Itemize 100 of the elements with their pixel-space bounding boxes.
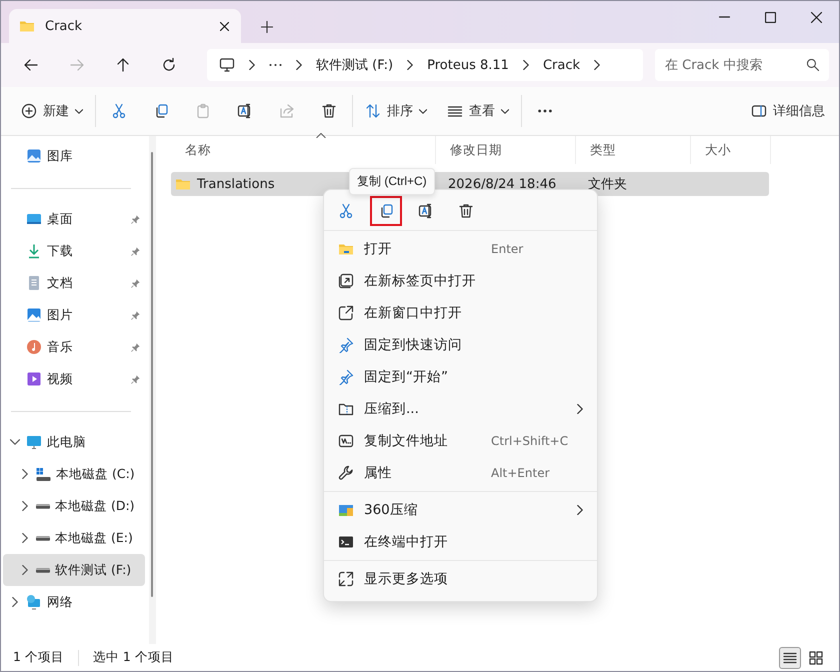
sidebar-item[interactable]: 网络 (3, 586, 145, 618)
maximize-icon (764, 12, 776, 22)
file-name: Translations (197, 176, 275, 192)
monitor-icon (219, 57, 235, 73)
drive-icon (36, 468, 51, 480)
sidebar-item[interactable]: 下载 (3, 235, 145, 267)
back-arrow-icon (23, 57, 39, 73)
chevron-right-icon (407, 60, 414, 70)
chevron-right-icon (12, 597, 18, 607)
type-cell-text: 文件夹 (587, 176, 628, 193)
up-arrow-icon (115, 57, 131, 73)
picture-icon (26, 148, 42, 164)
trash-icon (321, 103, 337, 119)
sidebar-item[interactable]: 此电脑 (3, 426, 145, 458)
menu-item[interactable]: 显示更多选项 (324, 563, 597, 595)
scrollbar[interactable] (151, 152, 153, 597)
pin-icon (130, 278, 141, 288)
sort-arrows-icon (365, 103, 381, 119)
breadcrumb[interactable]: Proteus 8.11 (427, 58, 509, 72)
menu-item[interactable]: 打开 Enter (324, 233, 597, 265)
caret-down-icon (75, 108, 83, 114)
chevron-right-icon (296, 60, 302, 70)
caret-down-icon (419, 108, 427, 114)
sidebar-item[interactable]: 图片 (3, 299, 145, 331)
copy-button[interactable] (370, 196, 402, 226)
clipboard-icon (195, 103, 211, 119)
sidebar-item[interactable]: 本地磁盘 (D:) (3, 490, 145, 522)
panel-icon (751, 103, 767, 119)
chevron-right-icon (577, 404, 583, 414)
column-header[interactable]: 名称 (171, 136, 436, 164)
rename-icon (418, 203, 434, 219)
external-window-icon (338, 305, 354, 321)
scissors-icon (111, 103, 127, 119)
archive-icon (338, 502, 354, 518)
tiles-view-icon (808, 650, 824, 666)
menu-item[interactable]: 固定到快速访问 (324, 329, 597, 361)
breadcrumb[interactable]: 软件测试 (F:) (316, 56, 394, 74)
column-header[interactable]: 大小 (691, 136, 771, 164)
sidebar-item[interactable]: 软件测试 (F:) (3, 554, 145, 586)
chevron-right-icon (577, 505, 583, 515)
menu-item[interactable]: 复制文件地址 Ctrl+Shift+C (324, 425, 597, 457)
drive-icon (36, 504, 50, 508)
date-cell-text: 2026/8/24 18:46 (447, 176, 558, 192)
close-icon (810, 12, 822, 22)
plus-circle-icon (21, 103, 37, 119)
address-bar[interactable]: 软件测试 (F:) Proteus 8.11 Crack (207, 49, 643, 81)
rename-icon (237, 103, 253, 119)
refresh-icon (161, 57, 177, 73)
sidebar-item[interactable]: 视频 (3, 363, 145, 395)
trash-icon (458, 203, 474, 219)
sidebar-item[interactable]: 图库 (3, 140, 145, 172)
column-header[interactable]: 类型 (576, 136, 691, 164)
tooltip: 复制 (Ctrl+C) (349, 168, 435, 195)
drive-icon (36, 568, 50, 572)
sort-up-icon (316, 133, 326, 138)
monitor-icon (26, 434, 42, 450)
breadcrumb[interactable]: Crack (542, 58, 580, 72)
menu-item[interactable]: 固定到“开始” (324, 361, 597, 393)
search-field[interactable]: 在 Crack 中搜索 (655, 49, 829, 81)
pin-icon (130, 342, 141, 352)
picture-icon (26, 307, 42, 323)
sidebar-item[interactable]: 音乐 (3, 331, 145, 363)
menu-item[interactable]: 360压缩 (324, 494, 597, 526)
wrench-icon (338, 465, 354, 481)
pin-icon (338, 369, 354, 385)
sidebar-item[interactable]: 桌面 (3, 203, 145, 235)
forward-arrow-icon (69, 57, 85, 73)
sidebar-item[interactable]: 本地磁盘 (E:) (3, 522, 145, 554)
pin-icon (338, 337, 354, 353)
sidebar-item[interactable]: 本地磁盘 (C:) (3, 458, 145, 490)
menu-item[interactable]: 属性 Alt+Enter (324, 457, 597, 489)
drive-icon (36, 536, 50, 540)
menu-item[interactable]: 在新窗口中打开 (324, 297, 597, 329)
caret-down-icon (501, 108, 509, 114)
item-count: 1 个项目 (13, 649, 64, 666)
path-icon (338, 433, 354, 449)
desktop-icon (26, 211, 42, 227)
chevron-right-icon (22, 565, 28, 575)
view-button[interactable]: 查看 (441, 95, 515, 127)
archive-folder-icon (338, 401, 354, 417)
shortcut-text: Alt+Enter (491, 466, 551, 480)
column-header[interactable]: 修改日期 (436, 136, 576, 164)
chevron-right-icon (249, 60, 255, 70)
scissors-icon (338, 203, 354, 219)
pin-icon (130, 246, 141, 256)
network-globe-icon (26, 594, 42, 610)
sidebar-item[interactable]: 文档 (3, 267, 145, 299)
menu-item[interactable]: 压缩到... (324, 393, 597, 425)
plus-icon (261, 21, 273, 33)
details-button[interactable]: 详细信息 (745, 95, 831, 127)
tab[interactable]: Crack (9, 9, 241, 43)
sort-button[interactable]: 排序 (359, 95, 433, 127)
menu-item[interactable]: 在终端中打开 (324, 526, 597, 558)
download-arrow-icon (26, 243, 42, 259)
menu-item[interactable]: 在新标签页中打开 (324, 265, 597, 297)
film-icon (26, 371, 42, 387)
chevron-right-icon (22, 501, 28, 511)
new-button[interactable]: 新建 (15, 95, 89, 127)
view-toggle[interactable] (779, 646, 801, 668)
chevron-right-icon (22, 533, 28, 543)
